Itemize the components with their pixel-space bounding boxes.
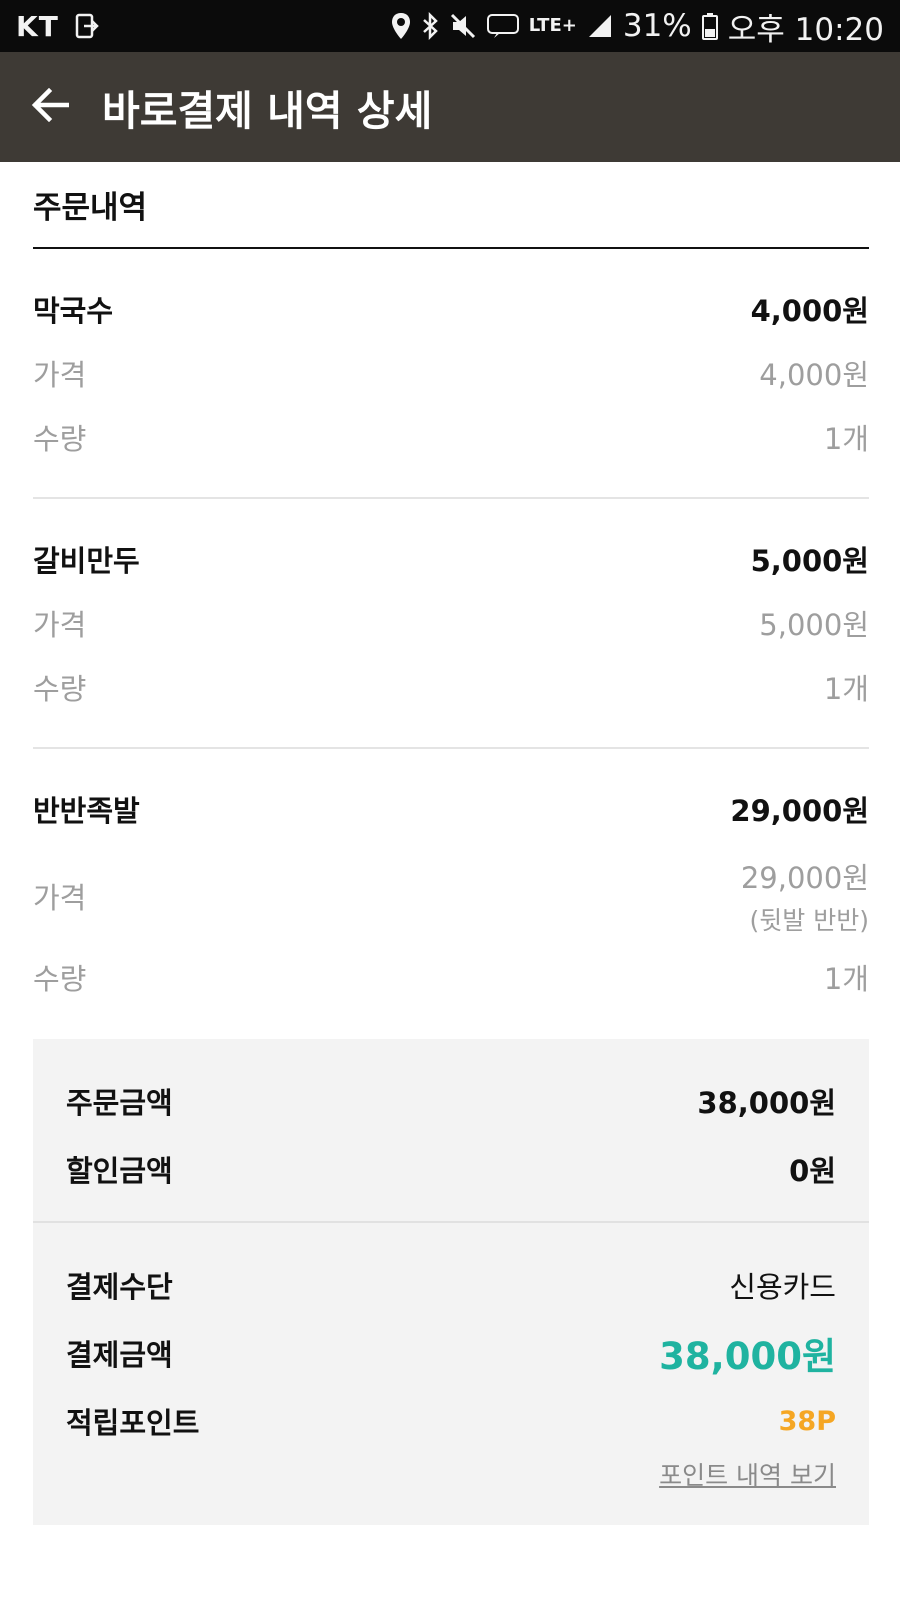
qty-value: 1개: [823, 962, 869, 996]
mute-icon: [449, 12, 477, 40]
payment-summary: 주문금액 38,000원 할인금액 0원 결제수단 신용카드 결제금액 38,0…: [33, 1039, 869, 1525]
order-detail: 주문내역 막국수 4,000원 가격 4,000원 수량 1개 갈비만두 5,0…: [33, 162, 869, 1525]
points-label: 적립포인트: [66, 1406, 200, 1440]
discount-value: 0원: [789, 1154, 836, 1188]
qty-value: 1개: [823, 672, 869, 706]
qty-value: 1개: [823, 422, 869, 456]
item-name: 반반족발: [33, 794, 140, 828]
arrow-left-icon: [31, 87, 70, 126]
item-total: 4,000원: [750, 294, 869, 328]
price-label: 가격: [33, 358, 87, 392]
payment-amount-value: 38,000원: [659, 1335, 836, 1378]
clock: 오후 10:20: [727, 11, 884, 48]
price-value: 4,000원: [759, 358, 869, 392]
payment-amount-label: 결제금액: [66, 1338, 173, 1372]
back-button[interactable]: [0, 52, 100, 162]
discount-label: 할인금액: [66, 1154, 173, 1188]
discount-row: 할인금액 0원: [66, 1135, 836, 1203]
points-history-link[interactable]: 포인트 내역 보기: [659, 1456, 836, 1492]
qty-label: 수량: [33, 672, 87, 706]
price-stack: 29,000원 (뒷발 반반): [741, 855, 869, 937]
points-value: 38P: [778, 1405, 836, 1437]
points-row: 적립포인트 38P: [66, 1387, 836, 1455]
order-item: 반반족발 29,000원 가격 29,000원 (뒷발 반반) 수량 1개: [33, 749, 869, 1039]
item-total: 5,000원: [750, 544, 869, 578]
payment-method-label: 결제수단: [66, 1270, 173, 1304]
item-price-row: 가격 29,000원 (뒷발 반반): [33, 841, 869, 945]
price-label: 가격: [33, 608, 87, 642]
payment-method-row: 결제수단 신용카드: [66, 1251, 836, 1319]
item-qty-row: 수량 1개: [33, 945, 869, 1009]
hd-call-icon: [486, 13, 519, 39]
battery-icon: [701, 12, 718, 40]
order-amount-value: 38,000원: [697, 1086, 836, 1120]
item-price-row: 가격 4,000원: [33, 341, 869, 405]
order-item: 갈비만두 5,000원 가격 5,000원 수량 1개: [33, 499, 869, 749]
location-icon: [391, 12, 411, 40]
order-section-title: 주문내역: [33, 190, 148, 226]
page-title: 바로결제 내역 상세: [102, 87, 433, 135]
screen-share-icon: [75, 13, 99, 39]
battery-percent: 31%: [622, 8, 692, 44]
item-total: 29,000원: [730, 794, 869, 828]
item-qty-row: 수량 1개: [33, 655, 869, 719]
order-item: 막국수 4,000원 가격 4,000원 수량 1개: [33, 249, 869, 499]
app-bar: 바로결제 내역 상세: [0, 52, 900, 162]
item-price-row: 가격 5,000원: [33, 591, 869, 655]
item-qty-row: 수량 1개: [33, 405, 869, 469]
order-amount-row: 주문금액 38,000원: [66, 1067, 836, 1135]
price-label: 가격: [33, 881, 87, 915]
qty-label: 수량: [33, 422, 87, 456]
payment-amount-row: 결제금액 38,000원: [66, 1319, 836, 1387]
qty-label: 수량: [33, 962, 87, 996]
lte-icon: LTE +: [528, 15, 577, 36]
signal-icon: [587, 13, 613, 39]
payment-method-value: 신용카드: [729, 1270, 836, 1304]
carrier-label: KT: [16, 9, 59, 43]
item-option: (뒷발 반반): [749, 906, 869, 935]
price-value: 5,000원: [759, 608, 869, 642]
payment-info: 결제수단 신용카드 결제금액 38,000원 적립포인트 38P 포인트 내역 …: [33, 1223, 869, 1525]
points-link-row: 포인트 내역 보기: [66, 1455, 836, 1505]
order-amount-label: 주문금액: [66, 1086, 173, 1120]
item-header: 반반족발 29,000원: [33, 777, 869, 841]
order-section-header: 주문내역: [33, 162, 869, 249]
item-name: 갈비만두: [33, 544, 140, 578]
status-bar: KT LTE + 31% 오후 10:20: [0, 0, 900, 52]
item-header: 막국수 4,000원: [33, 277, 869, 341]
bluetooth-icon: [421, 12, 439, 40]
price-value: 29,000원: [740, 861, 869, 895]
item-name: 막국수: [33, 294, 114, 328]
amount-summary: 주문금액 38,000원 할인금액 0원: [33, 1039, 869, 1223]
item-header: 갈비만두 5,000원: [33, 527, 869, 591]
